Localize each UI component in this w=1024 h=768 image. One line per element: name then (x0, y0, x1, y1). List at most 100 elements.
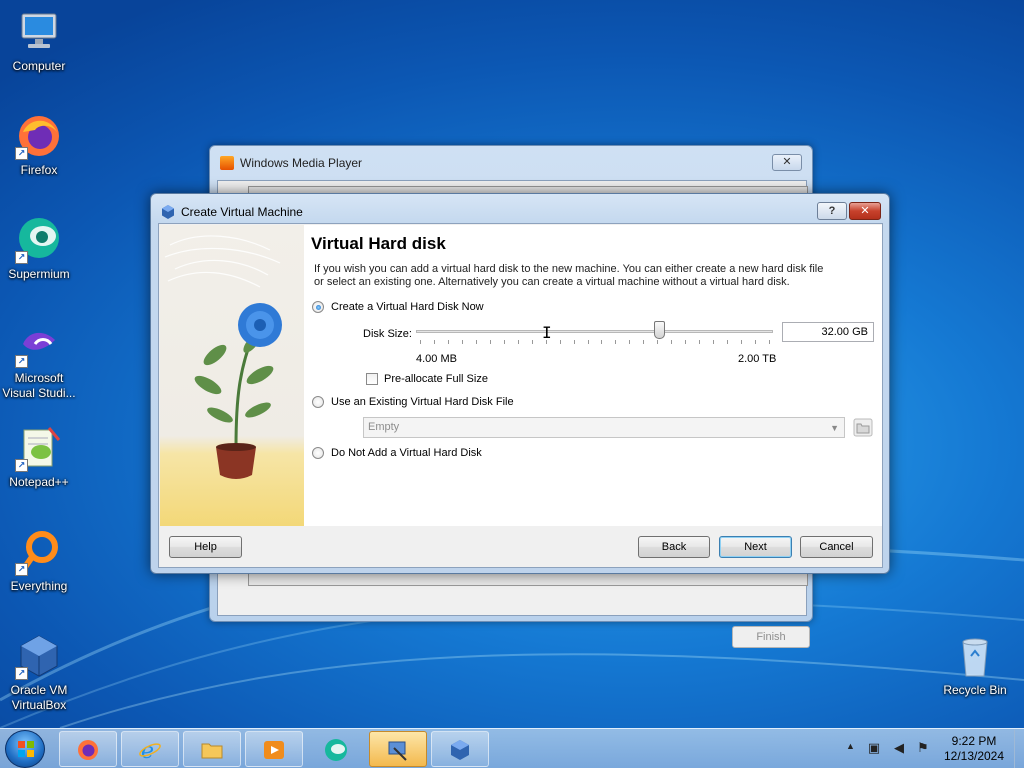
taskbar-virtualbox-wizard[interactable] (369, 731, 427, 767)
clock-date: 12/13/2024 (943, 749, 1005, 763)
desktop-icon-visual-studio[interactable]: ↗ Microsoft Visual Studi... (0, 320, 78, 401)
slider-tick (713, 340, 715, 344)
slider-max-label: 2.00 TB (738, 353, 777, 365)
volume-muted-icon[interactable]: ◀ (891, 740, 907, 756)
slider-tick (685, 340, 687, 344)
taskbar-explorer[interactable] (183, 731, 241, 767)
desktop-icon-label: Everything (10, 579, 68, 593)
desktop-icon-virtualbox[interactable]: ↗ Oracle VM VirtualBox (0, 632, 78, 713)
page-description: If you wish you can add a virtual hard d… (314, 263, 824, 288)
slider-thumb[interactable] (653, 321, 665, 339)
virtualbox-title-icon (162, 205, 174, 219)
action-center-flag-icon[interactable]: ⚑ (915, 740, 931, 756)
shortcut-arrow-icon: ↗ (15, 147, 28, 160)
combo-value: Empty (368, 421, 400, 433)
chevron-down-icon: ▼ (830, 423, 839, 433)
preallocate-checkbox-row[interactable]: Pre-allocate Full Size (366, 373, 488, 385)
disk-size-field[interactable]: 32.00 GB (782, 322, 874, 342)
title-help-button[interactable]: ? (817, 202, 847, 220)
shortcut-arrow-icon: ↗ (15, 251, 28, 264)
firefox-icon (78, 740, 98, 760)
media-player-icon (264, 741, 284, 759)
taskbar-media-player[interactable] (245, 731, 303, 767)
virtualbox-icon: ↗ (15, 632, 63, 680)
clock-time: 9:22 PM (951, 734, 997, 748)
slider-tick (559, 340, 561, 344)
desktop-icon-computer[interactable]: Computer (0, 8, 78, 74)
desktop-icon-label: Oracle VM (10, 683, 68, 697)
option-existing-disk[interactable]: Use an Existing Virtual Hard Disk File (312, 396, 514, 408)
slider-tick (420, 340, 421, 344)
dialog-title: Create Virtual Machine (181, 205, 303, 219)
desktop-icon-label: Supermium (8, 267, 70, 281)
disk-size-slider[interactable] (416, 330, 773, 333)
desktop-icon-supermium[interactable]: ↗ Supermium (0, 216, 78, 282)
show-hidden-icons-button[interactable]: ▲ (846, 741, 855, 751)
system-clock[interactable]: 9:22 PM 12/13/2024 (935, 734, 1013, 764)
radio-button[interactable] (312, 396, 324, 408)
option-no-disk[interactable]: Do Not Add a Virtual Hard Disk (312, 447, 482, 459)
shortcut-arrow-icon: ↗ (15, 667, 28, 680)
slider-tick (741, 340, 743, 344)
taskbar-internet-explorer[interactable]: e (121, 731, 179, 767)
finish-button[interactable]: Finish (732, 626, 810, 648)
radio-button[interactable] (312, 447, 324, 459)
back-button[interactable]: Back (638, 536, 710, 558)
next-button[interactable]: Next (719, 536, 792, 558)
start-button[interactable] (5, 730, 45, 768)
slider-tick (615, 340, 617, 344)
cancel-button[interactable]: Cancel (800, 536, 873, 558)
shortcut-arrow-icon: ↗ (15, 563, 28, 576)
desktop-icon-label: Firefox (20, 163, 58, 177)
slider-tick (503, 340, 505, 344)
desktop-icon-firefox[interactable]: ↗ Firefox (0, 112, 78, 178)
slider-tick (517, 340, 519, 344)
show-desktop-button[interactable] (1014, 729, 1024, 768)
plant-illustration-icon (164, 235, 282, 479)
help-button[interactable]: Help (169, 536, 242, 558)
ibeam-cursor-icon: I (542, 323, 552, 342)
shortcut-arrow-icon: ↗ (15, 459, 28, 472)
slider-tick (433, 340, 435, 344)
taskbar-supermium[interactable] (307, 731, 365, 767)
visual-studio-icon: ↗ (15, 320, 63, 368)
slider-tick (643, 340, 645, 344)
desktop-icon-label: Visual Studi... (2, 386, 76, 400)
option-create-disk[interactable]: Create a Virtual Hard Disk Now (312, 301, 484, 313)
preallocate-checkbox[interactable] (366, 373, 378, 385)
desktop-icon-everything[interactable]: ↗ Everything (0, 528, 78, 594)
slider-tick (671, 340, 673, 344)
slider-tick (769, 340, 770, 344)
option-label: Do Not Add a Virtual Hard Disk (331, 447, 482, 459)
wizard-page-content: Virtual Hard disk If you wish you can ad… (304, 225, 882, 526)
page-title: Virtual Hard disk (311, 234, 446, 253)
radio-button[interactable] (312, 301, 324, 313)
desktop-icon-label: Microsoft (14, 371, 64, 385)
firefox-icon: ↗ (15, 112, 63, 160)
supermium-icon: ↗ (15, 216, 63, 264)
shortcut-arrow-icon: ↗ (15, 355, 28, 368)
taskbar-virtualbox[interactable] (431, 731, 489, 767)
taskbar-firefox[interactable] (59, 731, 117, 767)
slider-tick (699, 340, 701, 344)
option-label: Create a Virtual Hard Disk Now (331, 301, 484, 313)
slider-tick (447, 340, 449, 344)
desktop-icon-label: Recycle Bin (943, 683, 1007, 697)
folder-open-icon[interactable] (853, 418, 873, 437)
title-close-button[interactable]: ✕ (849, 202, 881, 220)
desktop-icon-notepadpp[interactable]: ↗ Notepad++ (0, 424, 78, 490)
slider-tick (629, 340, 631, 344)
desktop-icon-recycle-bin[interactable]: Recycle Bin (936, 632, 1014, 698)
media-player-icon (220, 156, 234, 170)
background-window-close-button[interactable]: ✕ (772, 154, 802, 171)
option-label: Use an Existing Virtual Hard Disk File (331, 396, 514, 408)
dialog-body: Virtual Hard disk If you wish you can ad… (158, 223, 883, 568)
slider-tick (601, 340, 603, 344)
slider-tick (573, 340, 575, 344)
wizard-illustration (160, 225, 304, 526)
everything-search-icon: ↗ (15, 528, 63, 576)
existing-disk-combo[interactable]: Empty ▼ (363, 417, 845, 438)
slider-tick (587, 340, 589, 344)
network-icon[interactable]: ▣ (866, 740, 882, 756)
internet-explorer-icon: e (139, 739, 161, 762)
